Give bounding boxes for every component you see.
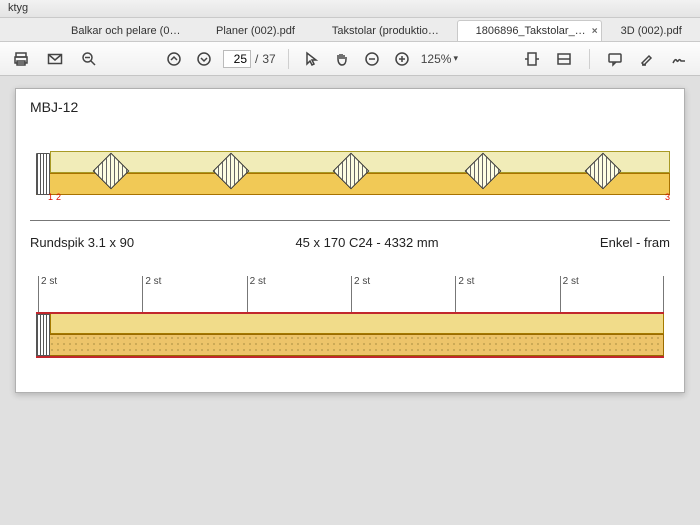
tab-label: 3D (002).pdf bbox=[621, 25, 682, 37]
mail-icon[interactable] bbox=[44, 48, 66, 70]
tab-1806896-takstolar[interactable]: 1806896_Takstolar_… × bbox=[457, 20, 602, 41]
red-line-top bbox=[36, 312, 664, 314]
section1-title: MBJ-12 bbox=[30, 99, 670, 115]
pdf-page: MBJ-12 1 2 3 Rundspik 3.1 x 90 45 x 170 … bbox=[15, 88, 685, 393]
fit-page-icon[interactable] bbox=[553, 48, 575, 70]
hand-tool-icon[interactable] bbox=[331, 48, 353, 70]
separator bbox=[288, 49, 289, 69]
sign-icon[interactable] bbox=[668, 48, 690, 70]
nail-spec: Rundspik 3.1 x 90 bbox=[30, 235, 134, 250]
page-total: 37 bbox=[262, 52, 275, 66]
red-mark-3: 3 bbox=[665, 192, 670, 202]
menu-tools[interactable]: ktyg bbox=[8, 2, 28, 14]
view-label: Enkel - fram bbox=[600, 235, 670, 250]
document-canvas[interactable]: MBJ-12 1 2 3 Rundspik 3.1 x 90 45 x 170 … bbox=[0, 76, 700, 525]
close-icon[interactable]: × bbox=[592, 26, 598, 37]
tab-label: Balkar och pelare (0… bbox=[71, 25, 180, 37]
red-line-bot bbox=[36, 356, 664, 358]
lumber-spec: 45 x 170 C24 - 4332 mm bbox=[134, 235, 600, 250]
zoom-out-icon[interactable] bbox=[78, 48, 100, 70]
tab-label: 1806896_Takstolar_… bbox=[476, 25, 586, 37]
menu-bar: ktyg bbox=[0, 0, 700, 18]
comment-icon[interactable] bbox=[604, 48, 626, 70]
tab-takstolar-prod[interactable]: Takstolar (produktio… bbox=[313, 20, 457, 41]
section2-header: Rundspik 3.1 x 90 45 x 170 C24 - 4332 mm… bbox=[30, 235, 670, 250]
page-indicator: / 37 bbox=[223, 50, 276, 68]
end-post bbox=[36, 153, 50, 195]
tab-3d[interactable]: 3D (002).pdf bbox=[602, 20, 700, 41]
page-up-icon[interactable] bbox=[163, 48, 185, 70]
page-down-icon[interactable] bbox=[193, 48, 215, 70]
end-post bbox=[36, 314, 50, 356]
zoom-minus-icon[interactable] bbox=[361, 48, 383, 70]
red-mark-1: 1 bbox=[48, 192, 53, 202]
tab-strip: Balkar och pelare (0… Planer (002).pdf T… bbox=[0, 18, 700, 42]
zoom-plus-icon[interactable] bbox=[391, 48, 413, 70]
tab-label: Takstolar (produktio… bbox=[332, 25, 439, 37]
toolbar: / 37 125% ▾ bbox=[0, 42, 700, 76]
select-tool-icon[interactable] bbox=[301, 48, 323, 70]
separator bbox=[589, 49, 590, 69]
zoom-value[interactable]: 125% ▾ bbox=[421, 52, 458, 66]
fit-width-icon[interactable] bbox=[521, 48, 543, 70]
tab-planer[interactable]: Planer (002).pdf bbox=[197, 20, 313, 41]
truss-elevation-2: 2 st2 st2 st2 st2 st2 st bbox=[30, 276, 670, 386]
tab-balkar[interactable]: Balkar och pelare (0… bbox=[52, 20, 197, 41]
top-chord bbox=[50, 312, 664, 334]
chevron-down-icon: ▾ bbox=[453, 53, 458, 64]
page-current-input[interactable] bbox=[223, 50, 251, 68]
print-icon[interactable] bbox=[10, 48, 32, 70]
red-mark-2: 2 bbox=[56, 192, 61, 202]
truss-elevation-1: 1 2 3 bbox=[30, 121, 670, 221]
tab-label: Planer (002).pdf bbox=[216, 25, 295, 37]
highlight-icon[interactable] bbox=[636, 48, 658, 70]
bottom-chord bbox=[36, 334, 664, 356]
page-sep: / bbox=[255, 52, 258, 66]
